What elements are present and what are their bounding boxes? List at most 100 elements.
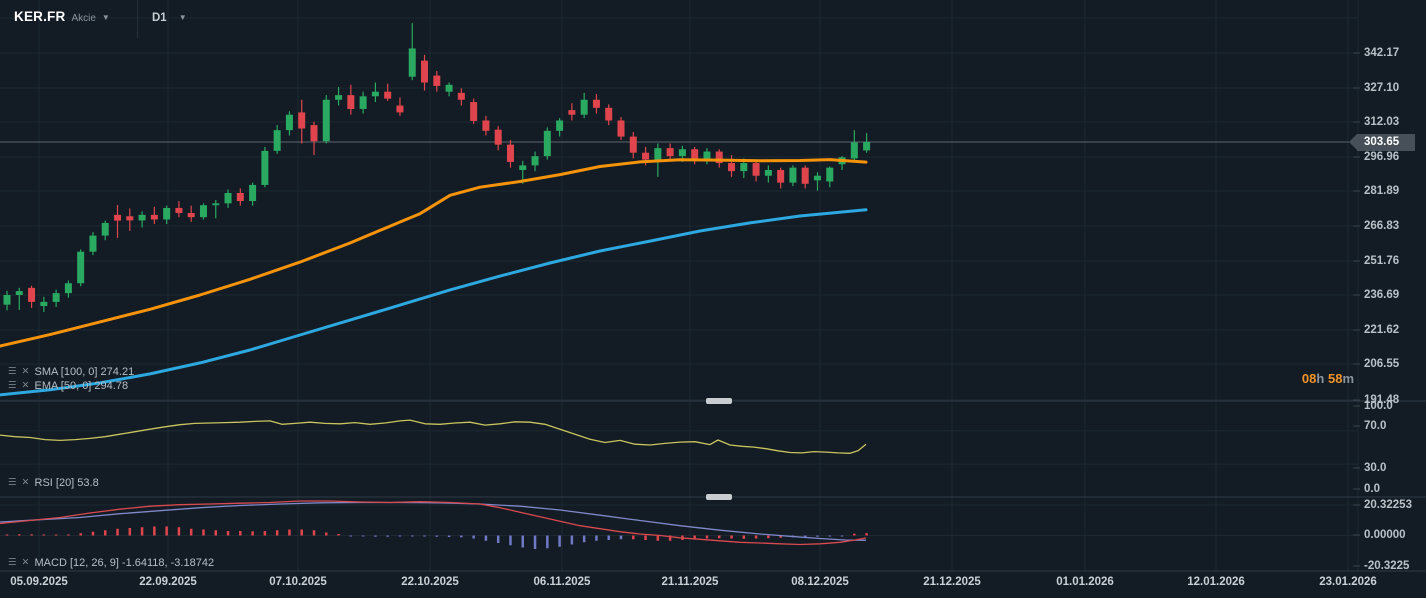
candle[interactable]	[826, 166, 834, 188]
candle[interactable]	[470, 98, 478, 124]
candle[interactable]	[163, 205, 171, 225]
candle-body	[335, 95, 343, 100]
candle[interactable]	[715, 149, 723, 168]
macd-histogram-bar	[558, 535, 561, 547]
candle[interactable]	[703, 148, 711, 165]
candle[interactable]	[187, 205, 195, 222]
macd-histogram-bar	[374, 535, 377, 537]
candle[interactable]	[408, 23, 416, 81]
indicator-settings-icon[interactable]: ☰	[8, 381, 17, 391]
candle[interactable]	[801, 165, 809, 189]
pane-resize-handle[interactable]	[706, 398, 732, 404]
price-axis-label: 206.55	[1364, 358, 1400, 370]
candle[interactable]	[199, 203, 207, 220]
candle[interactable]	[77, 249, 85, 287]
candle[interactable]	[310, 121, 318, 156]
candle[interactable]	[531, 151, 539, 172]
candle[interactable]	[224, 189, 232, 208]
candle[interactable]	[40, 296, 48, 313]
price-axis-label: 251.76	[1364, 255, 1399, 267]
candle[interactable]	[175, 201, 183, 218]
candle[interactable]	[568, 103, 576, 121]
candle[interactable]	[543, 127, 551, 160]
candle[interactable]	[28, 285, 36, 308]
indicator-settings-icon[interactable]: ☰	[8, 558, 17, 568]
candle[interactable]	[371, 82, 379, 103]
candle-body	[371, 91, 379, 97]
candle[interactable]	[298, 99, 306, 144]
candle[interactable]	[421, 54, 429, 91]
candle[interactable]	[850, 130, 858, 161]
candle[interactable]	[629, 131, 637, 159]
candle[interactable]	[150, 206, 158, 225]
macd-histogram-bar	[828, 535, 832, 537]
macd-histogram-bar	[570, 535, 574, 545]
candle-body	[850, 142, 858, 159]
candle[interactable]	[457, 88, 465, 106]
indicator-remove-icon[interactable]: ✕	[22, 381, 30, 391]
pane-resize-handle[interactable]	[706, 494, 732, 500]
candle-body	[101, 222, 109, 236]
candle-body	[519, 165, 527, 170]
candle-body	[52, 293, 60, 302]
macd-histogram-bar	[619, 535, 623, 540]
candle[interactable]	[396, 97, 404, 116]
candle-body	[298, 112, 306, 129]
candle[interactable]	[728, 155, 736, 177]
candle[interactable]	[764, 165, 772, 183]
candle[interactable]	[691, 146, 699, 165]
candle[interactable]	[322, 95, 330, 144]
candle[interactable]	[482, 115, 490, 136]
candle-body	[175, 207, 183, 214]
macd-histogram-bar	[251, 531, 254, 536]
candle[interactable]	[494, 126, 502, 151]
candle-body	[605, 107, 613, 121]
candle[interactable]	[592, 93, 600, 114]
price-axis-label: 296.96	[1364, 151, 1399, 163]
candle[interactable]	[3, 290, 11, 311]
candle-body	[236, 192, 244, 202]
candle-body	[777, 169, 785, 183]
macd-histogram-bar	[153, 526, 156, 536]
candle[interactable]	[752, 160, 760, 182]
candle[interactable]	[347, 84, 355, 115]
indicator-settings-icon[interactable]: ☰	[8, 478, 17, 488]
candle[interactable]	[359, 91, 367, 114]
candle[interactable]	[15, 287, 23, 310]
candle-body	[77, 251, 85, 284]
indicator-remove-icon[interactable]: ✕	[22, 367, 30, 377]
timeframe-label: D1	[152, 12, 167, 24]
candle[interactable]	[273, 125, 281, 154]
candle[interactable]	[863, 133, 871, 153]
indicator-legend-sma: ☰ ✕ SMA [100, 0] 274.21	[8, 366, 134, 378]
candle[interactable]	[101, 220, 109, 241]
candle[interactable]	[789, 165, 797, 187]
candle[interactable]	[212, 199, 220, 219]
indicator-remove-icon[interactable]: ✕	[22, 478, 30, 488]
indicator-remove-icon[interactable]: ✕	[22, 558, 30, 568]
candle[interactable]	[445, 82, 453, 97]
candle[interactable]	[580, 92, 588, 119]
candle[interactable]	[506, 140, 514, 168]
candle[interactable]	[285, 111, 293, 136]
candle[interactable]	[52, 289, 60, 307]
price-axis-label: 236.69	[1364, 289, 1399, 301]
candle[interactable]	[249, 182, 257, 206]
candle[interactable]	[384, 83, 392, 101]
symbol-selector[interactable]: KER.FR Akcie ▼	[14, 9, 110, 24]
rsi-axis-label: 70.0	[1364, 420, 1386, 432]
candle[interactable]	[89, 232, 97, 256]
chart-canvas[interactable]: 342.17 327.10 312.03 296.96 281.89 266.83 251.…	[0, 0, 1426, 598]
candle[interactable]	[433, 70, 441, 92]
candle[interactable]	[617, 117, 625, 141]
candle[interactable]	[777, 167, 785, 189]
candle[interactable]	[838, 156, 846, 170]
candle[interactable]	[335, 87, 343, 106]
candle[interactable]	[114, 204, 122, 238]
indicator-settings-icon[interactable]: ☰	[8, 367, 17, 377]
timeframe-selector[interactable]: D1 ▼	[152, 12, 187, 24]
candle[interactable]	[138, 211, 146, 228]
price-axis-label: 312.03	[1364, 116, 1399, 128]
candle[interactable]	[261, 146, 269, 188]
candle[interactable]	[126, 208, 134, 231]
